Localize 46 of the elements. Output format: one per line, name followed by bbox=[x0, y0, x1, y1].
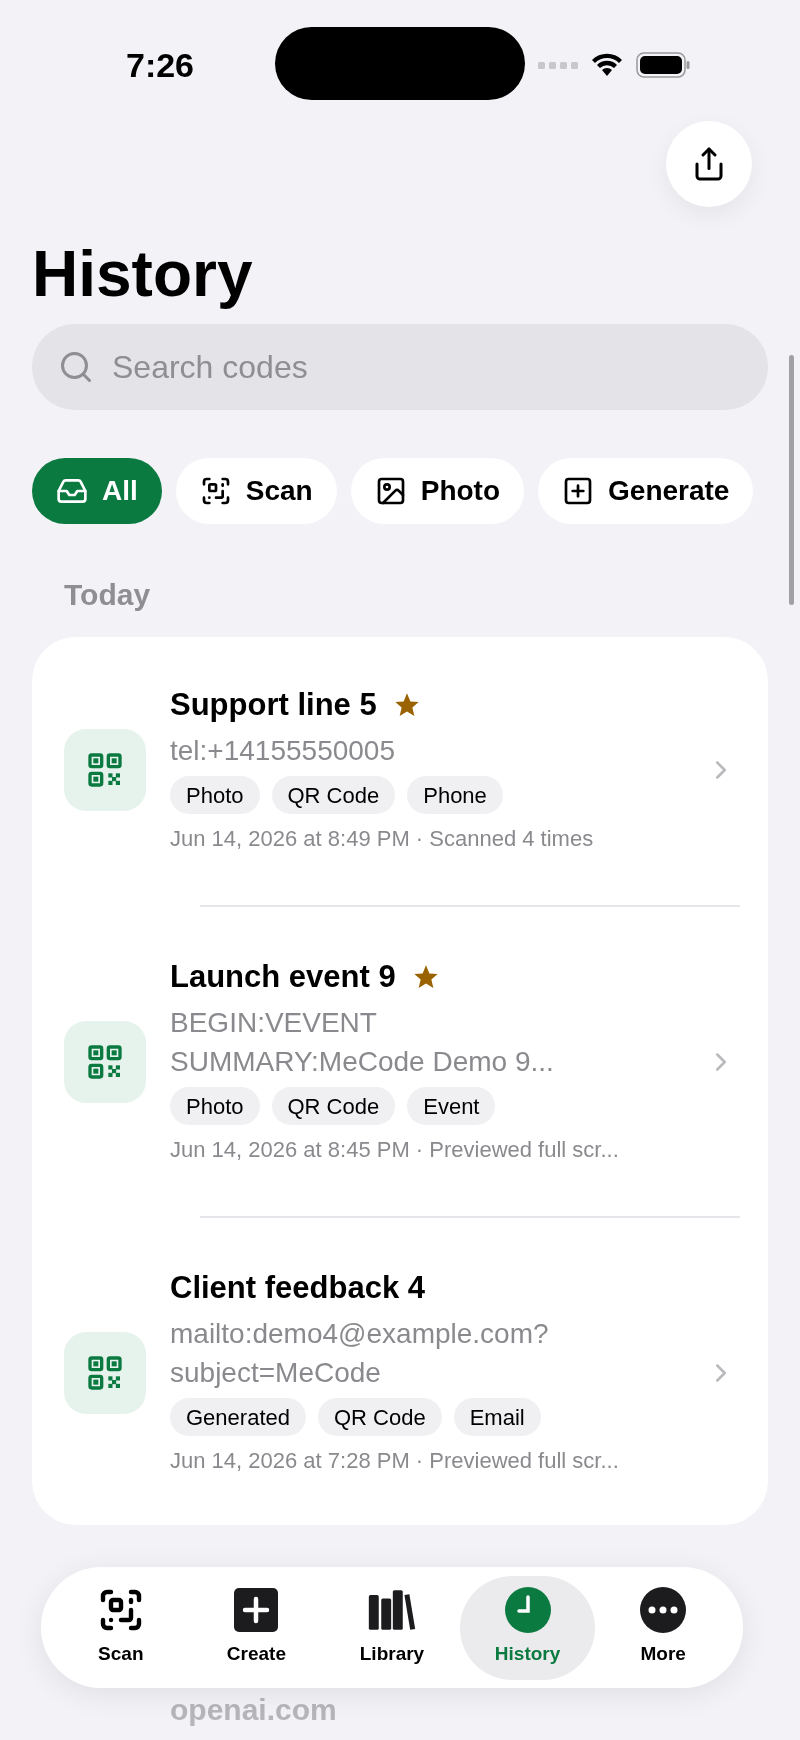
plus-square-icon bbox=[232, 1586, 281, 1635]
code-content: mailto:demo4@example.com? bbox=[170, 1317, 549, 1351]
status-time: 7:26 bbox=[124, 44, 196, 86]
tab-bar-item[interactable]: Create bbox=[188, 1575, 325, 1680]
filter-chip[interactable]: Photo bbox=[350, 458, 525, 524]
wifi-icon bbox=[590, 52, 624, 78]
tab-bar-item[interactable]: Library bbox=[324, 1575, 460, 1680]
code-content: subject=MeCode bbox=[170, 1356, 381, 1390]
filter-chip[interactable]: All bbox=[32, 458, 162, 524]
tag: Phone bbox=[407, 776, 503, 814]
tab-bar-item[interactable]: History bbox=[459, 1575, 596, 1680]
tag: QR Code bbox=[317, 1398, 442, 1436]
more-icon bbox=[639, 1586, 688, 1635]
item-title: Client feedback 4 bbox=[170, 1269, 425, 1307]
code-content: SUMMARY:MeCode Demo 9... bbox=[170, 1045, 554, 1079]
tag: Email bbox=[453, 1398, 541, 1436]
item-title: Launch event 9 bbox=[170, 958, 396, 996]
tab-bar-item[interactable]: Scan bbox=[53, 1575, 189, 1680]
tag: QR Code bbox=[271, 776, 396, 814]
signal-icon bbox=[538, 60, 578, 70]
battery-icon bbox=[636, 52, 690, 78]
item-meta: Jun 14, 2026 at 8:49 PM · Scanned 4 times bbox=[170, 825, 594, 853]
section-header: Today bbox=[64, 577, 151, 613]
tag: Photo bbox=[170, 776, 260, 814]
history-row[interactable]: Client feedback 4 mailto:demo4@example.com? subject=MeCode Generated QR Code Email Jun 14, 2026 at 7:28 PM · Previewed full scr... bbox=[64, 1262, 736, 1483]
tag: Photo bbox=[170, 1087, 260, 1125]
clock-icon bbox=[503, 1586, 552, 1635]
search-field[interactable]: Search codes bbox=[32, 324, 768, 410]
item-meta: Jun 14, 2026 at 7:28 PM · Previewed full scr... bbox=[170, 1447, 619, 1475]
code-content: BEGIN:VEVENT bbox=[170, 1006, 377, 1040]
item-title: Support line 5 bbox=[170, 686, 377, 724]
code-content: tel:+14155550005 bbox=[170, 734, 395, 768]
page-title: History bbox=[32, 238, 253, 310]
item-meta: Jun 14, 2026 at 8:45 PM · Previewed full scr... bbox=[170, 1136, 619, 1164]
history-row[interactable]: Support line 5 tel:+14155550005 Photo QR Code Phone Jun 14, 2026 at 8:49 PM · Scanned 4 times bbox=[64, 679, 736, 861]
search-input[interactable]: Search codes bbox=[112, 343, 742, 391]
filter-chip[interactable]: Scan bbox=[175, 458, 337, 524]
search-icon bbox=[58, 349, 94, 385]
filter-chip[interactable]: Generate bbox=[538, 458, 754, 524]
tab-bar-item[interactable]: More bbox=[595, 1575, 731, 1680]
qr-code-icon bbox=[85, 750, 125, 790]
tag: Event bbox=[407, 1087, 496, 1125]
history-row[interactable]: Launch event 9 BEGIN:VEVENT SUMMARY:MeCode Demo 9... Photo QR Code Event Jun 14, 2026 at 8:45 PM · Previewed full scr... bbox=[64, 951, 736, 1172]
code-content: openai.com bbox=[170, 1692, 337, 1728]
tag: Generated bbox=[170, 1398, 306, 1436]
tag: QR Code bbox=[271, 1087, 396, 1125]
